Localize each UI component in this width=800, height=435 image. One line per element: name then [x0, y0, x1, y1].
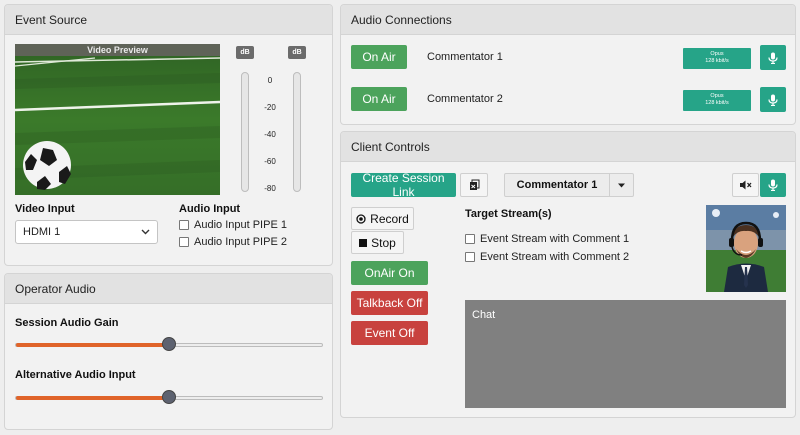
codec-name: Opus [710, 51, 724, 57]
record-icon [356, 213, 366, 224]
operator-audio-panel: Operator Audio Session Audio Gain Altern… [4, 273, 333, 430]
codec-badge-1: Opus 128 kbit/s [683, 48, 751, 69]
record-label: Record [370, 211, 409, 226]
target-stream-2-label: Event Stream with Comment 2 [480, 251, 630, 263]
video-input-select[interactable]: HDMI 1 [15, 220, 158, 244]
target-stream-1-label: Event Stream with Comment 1 [480, 233, 630, 245]
alternative-audio-input-label: Alternative Audio Input [15, 369, 136, 381]
event-source-panel: Event Source Video Preview dB dB 0 -20 -… [4, 4, 333, 266]
session-audio-gain-label: Session Audio Gain [15, 317, 119, 329]
microphone-icon [768, 94, 778, 106]
chat-label: Chat [472, 309, 496, 321]
target-stream-1-checkbox[interactable]: Event Stream with Comment 1 [465, 233, 629, 245]
client-controls-title: Client Controls [341, 132, 795, 162]
codec-bitrate: 128 kbit/s [705, 100, 729, 106]
record-button[interactable]: Record [351, 207, 414, 230]
onair-on-button[interactable]: OnAir On [351, 261, 428, 285]
codec-bitrate: 128 kbit/s [705, 58, 729, 64]
slider-thumb[interactable] [162, 337, 176, 351]
audio-input-pipe-2-checkbox[interactable]: Audio Input PIPE 2 [179, 236, 287, 248]
commentator-video [706, 205, 786, 292]
checkbox-box[interactable] [179, 220, 189, 230]
on-air-button-1[interactable]: On Air [351, 45, 407, 69]
speaker-mute-icon [739, 180, 751, 190]
audio-connections-panel: Audio Connections On Air Commentator 1 O… [340, 4, 796, 125]
operator-audio-title: Operator Audio [5, 274, 332, 304]
commentator-select[interactable]: Commentator 1 [504, 173, 634, 197]
checkbox-box[interactable] [465, 234, 475, 244]
commentator-image [706, 205, 786, 292]
audio-input-pipe-1-checkbox[interactable]: Audio Input PIPE 1 [179, 219, 287, 231]
commentator-select-value: Commentator 1 [516, 179, 598, 191]
mic-toggle-button[interactable] [760, 173, 786, 197]
client-controls-panel: Client Controls Create Session Link Comm… [340, 131, 796, 418]
video-input-label: Video Input [15, 203, 75, 215]
db-badge-left: dB [236, 46, 254, 59]
soccer-field-image [15, 44, 220, 195]
slider-fill [16, 343, 170, 347]
stop-label: Stop [371, 235, 396, 250]
db-tick-80: -80 [264, 184, 276, 193]
codec-name: Opus [710, 93, 724, 99]
clipboard-icon [470, 179, 480, 190]
vu-meter-right [293, 72, 301, 192]
microphone-icon [768, 52, 778, 64]
caret-down-icon [618, 183, 625, 187]
commentator-select-toggle[interactable] [609, 174, 633, 196]
stop-button[interactable]: Stop [351, 231, 404, 254]
copy-link-button[interactable] [460, 173, 488, 197]
event-source-title: Event Source [5, 5, 332, 35]
db-tick-40: -40 [264, 130, 276, 139]
microphone-icon [768, 179, 778, 191]
checkbox-box[interactable] [465, 252, 475, 262]
talkback-off-button[interactable]: Talkback Off [351, 291, 428, 315]
stop-icon [359, 238, 368, 247]
db-tick-60: -60 [264, 157, 276, 166]
mic-button-2[interactable] [760, 87, 786, 112]
audio-connections-title: Audio Connections [341, 5, 795, 35]
event-off-button[interactable]: Event Off [351, 321, 428, 345]
db-tick-0: 0 [267, 76, 273, 85]
commentator-name-1: Commentator 1 [427, 51, 503, 63]
db-badge-right: dB [288, 46, 306, 59]
audio-input-label: Audio Input [179, 203, 241, 215]
vu-meter-left [241, 72, 249, 192]
target-streams-label: Target Stream(s) [465, 208, 552, 220]
video-input-value: HDMI 1 [23, 226, 61, 238]
mute-button[interactable] [732, 173, 759, 197]
mic-button-1[interactable] [760, 45, 786, 70]
create-session-link-button[interactable]: Create Session Link [351, 171, 456, 199]
target-stream-2-checkbox[interactable]: Event Stream with Comment 2 [465, 251, 629, 263]
video-preview: Video Preview [15, 44, 220, 195]
chat-area[interactable]: Chat [465, 300, 786, 408]
chevron-down-icon [141, 229, 150, 235]
commentator-name-2: Commentator 2 [427, 93, 503, 105]
checkbox-box[interactable] [179, 237, 189, 247]
db-tick-20: -20 [264, 103, 276, 112]
slider-fill [16, 396, 170, 400]
on-air-button-2[interactable]: On Air [351, 87, 407, 111]
audio-input-pipe-2-label: Audio Input PIPE 2 [194, 236, 287, 248]
slider-thumb[interactable] [162, 390, 176, 404]
video-preview-label: Video Preview [87, 45, 148, 55]
codec-badge-2: Opus 128 kbit/s [683, 90, 751, 111]
audio-input-pipe-1-label: Audio Input PIPE 1 [194, 219, 287, 231]
